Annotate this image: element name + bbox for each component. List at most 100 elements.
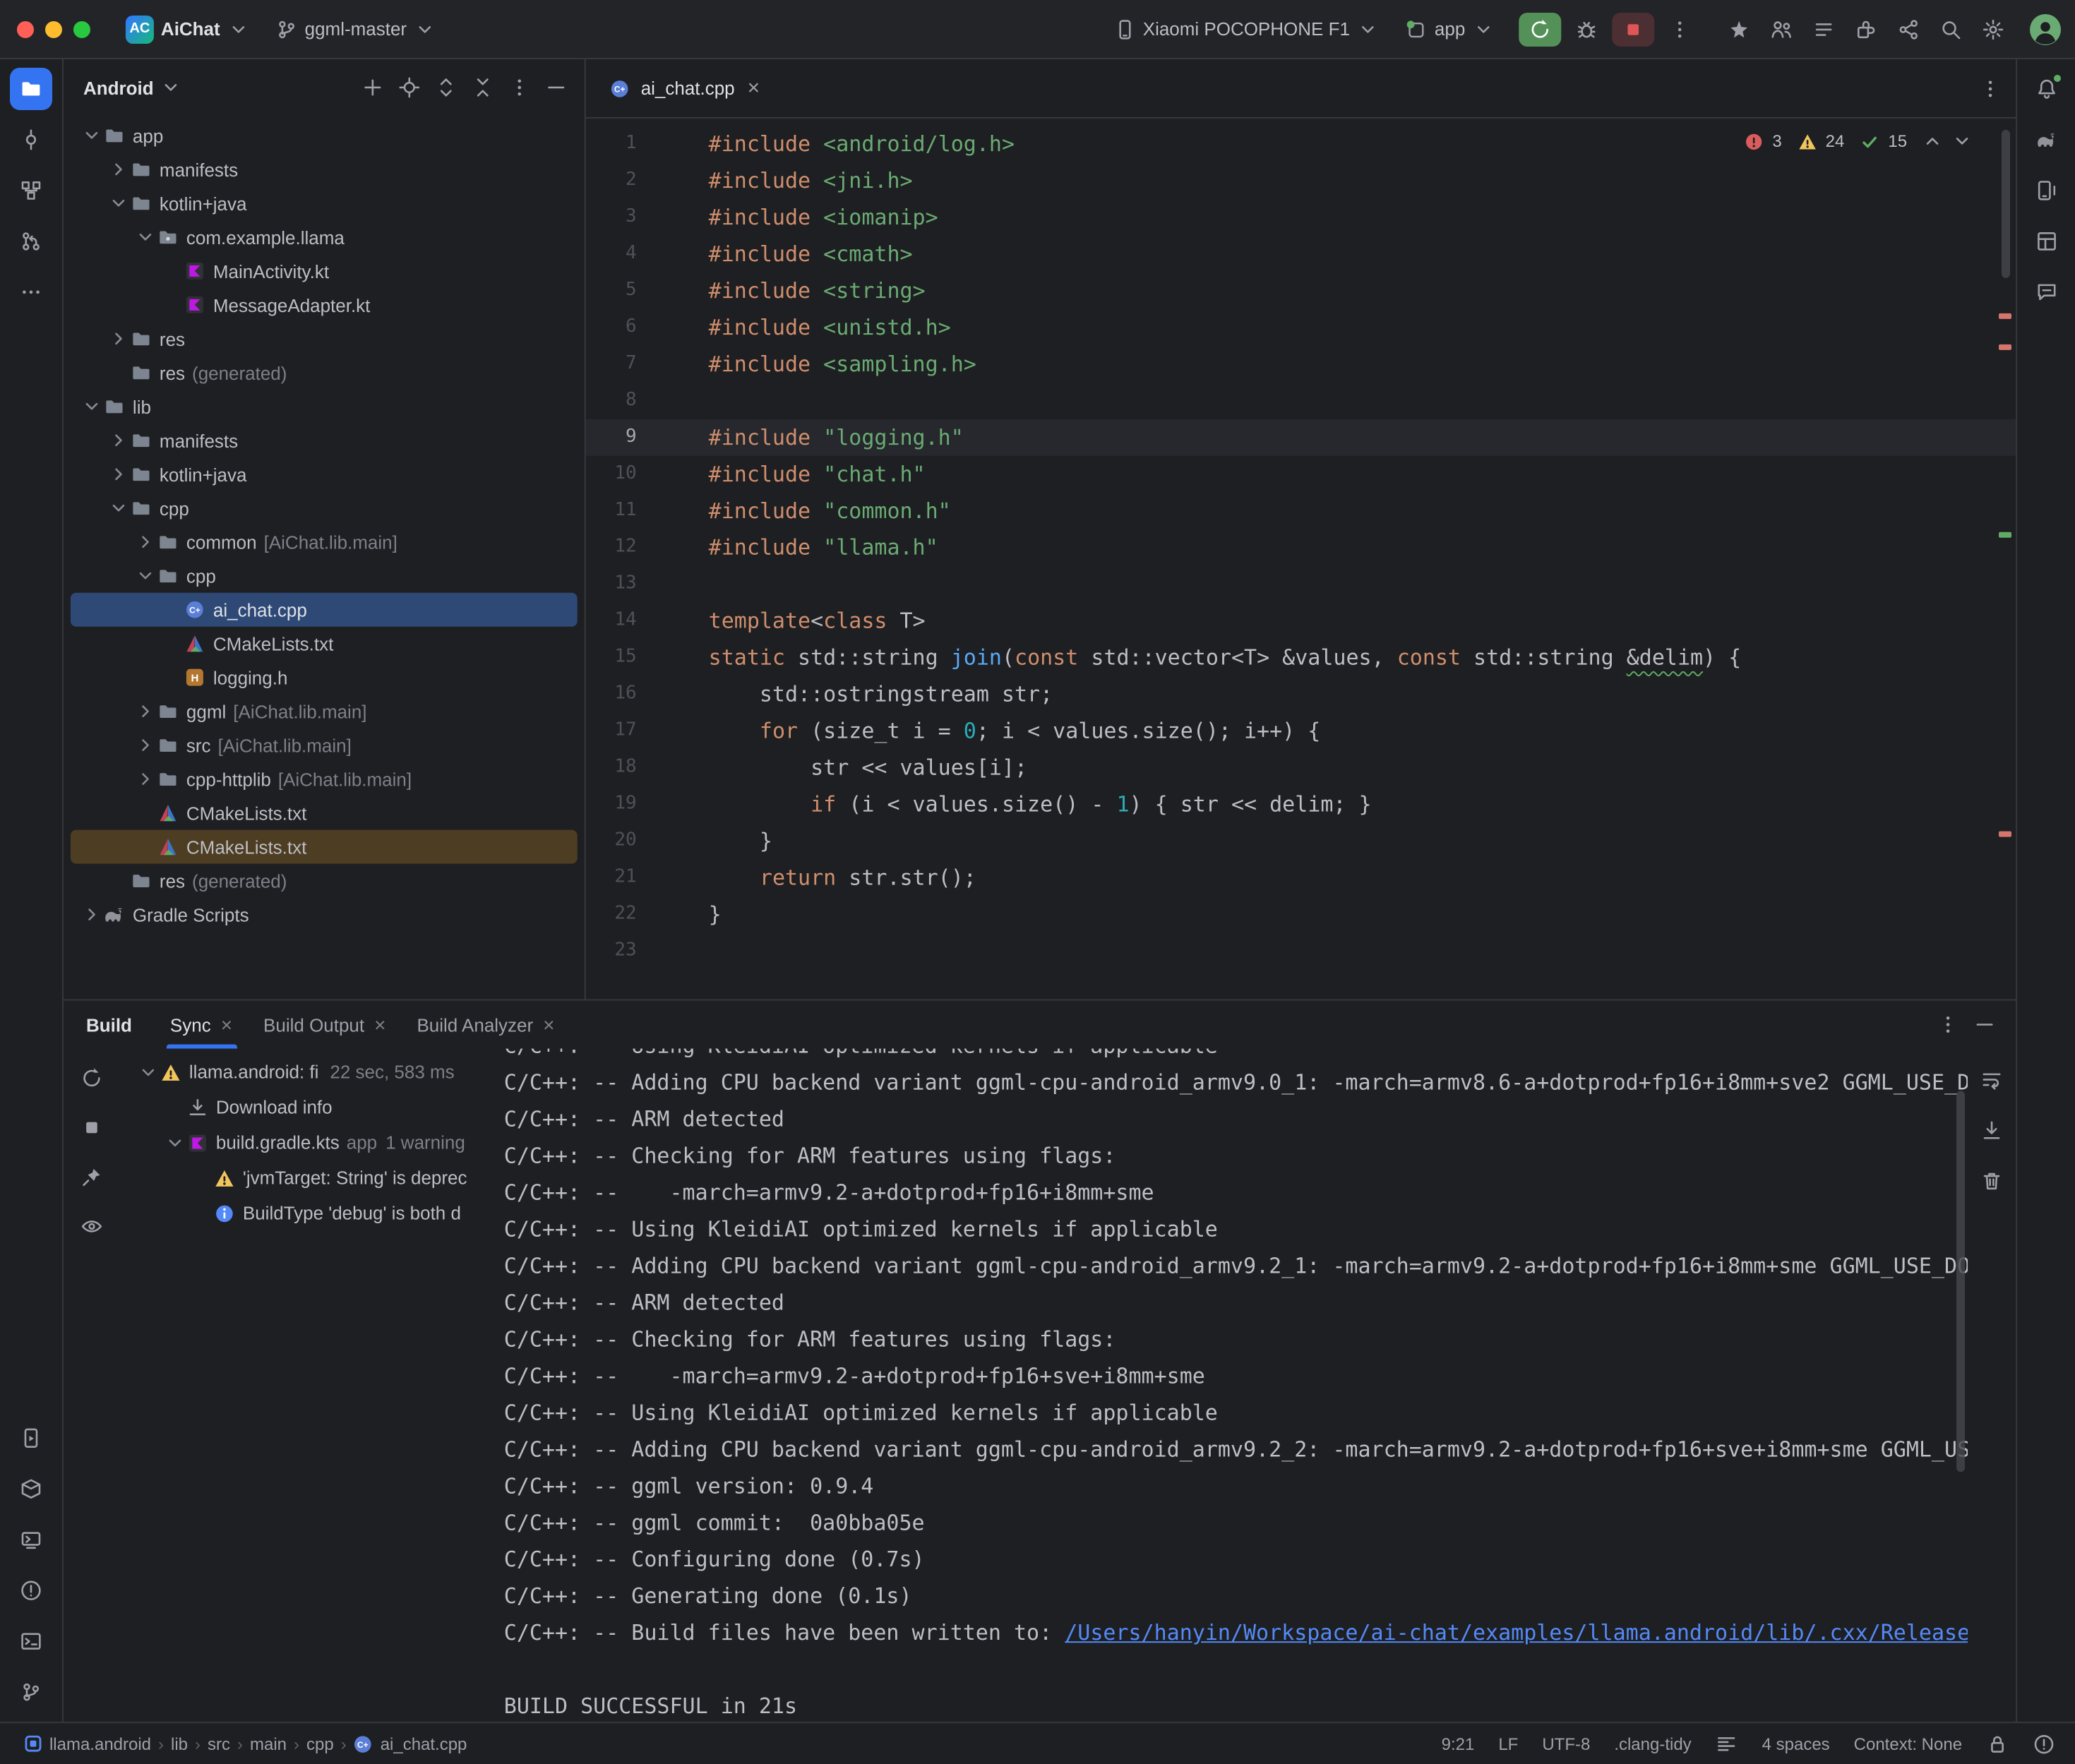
expand-all-icon[interactable] (429, 71, 463, 104)
build-tab-build-output[interactable]: Build Output× (248, 1001, 401, 1049)
tree-item-ggml[interactable]: ggml[AiChat.lib.main] (71, 695, 578, 728)
vcs-branch-selector[interactable]: ggml-master (265, 13, 446, 44)
logcat-icon[interactable] (10, 1518, 52, 1561)
share-icon[interactable] (1889, 12, 1928, 46)
zoom-window-button[interactable] (73, 20, 90, 37)
tree-item-messageadapter-kt[interactable]: MessageAdapter.kt (71, 288, 578, 322)
tree-item-manifests[interactable]: manifests (71, 152, 578, 186)
build-tree-item-download-info[interactable]: Download info (127, 1089, 497, 1124)
tree-item-res[interactable]: res(generated) (71, 864, 578, 898)
breadcrumb-llama-android[interactable]: llama.android (20, 1734, 154, 1753)
ai-assistant-icon[interactable] (1719, 12, 1759, 46)
tree-item-kotlin-java[interactable]: kotlin+java (71, 457, 578, 491)
chevron-right-icon[interactable] (133, 734, 157, 757)
build-console[interactable]: C/C++: -- Using KleidiAI optimized kerne… (504, 1048, 1968, 1722)
build-panel-title[interactable]: Build (86, 1014, 132, 1036)
add-icon[interactable] (356, 71, 390, 104)
breadcrumb-src[interactable]: src (205, 1734, 233, 1753)
tree-item-res[interactable]: res (71, 322, 578, 356)
event-log-icon[interactable] (1804, 12, 1843, 46)
chevron-right-icon[interactable] (133, 531, 157, 553)
build-tree-item-buildtype-debug-is-both-d[interactable]: BuildType 'debug' is both d (127, 1195, 497, 1230)
build-tree-item-llama-android-fi[interactable]: llama.android: fi22 sec, 583 ms (127, 1054, 497, 1089)
tree-item-lib[interactable]: lib (71, 390, 578, 424)
pin-icon[interactable] (73, 1158, 110, 1195)
run-button[interactable] (1519, 12, 1561, 46)
chevron-down-icon[interactable] (162, 1131, 186, 1153)
tree-item-cmakelists-txt[interactable]: CMakeLists.txt (71, 830, 578, 864)
stripe-mark-error[interactable] (1999, 313, 2011, 319)
stripe-mark-ok[interactable] (1999, 532, 2011, 538)
tree-item-app[interactable]: app (71, 119, 578, 152)
tree-item-cpp[interactable]: cpp (71, 491, 578, 525)
chevron-right-icon[interactable] (133, 700, 157, 723)
line-separator-widget[interactable]: LF (1498, 1734, 1518, 1753)
locate-file-icon[interactable] (393, 71, 426, 104)
profile-avatar[interactable] (2030, 13, 2061, 44)
minimize-panel-icon[interactable] (1968, 1008, 2002, 1042)
chevron-right-icon[interactable] (133, 768, 157, 791)
plugins-icon[interactable] (1846, 12, 1886, 46)
stripe-mark-error[interactable] (1999, 832, 2011, 837)
tree-item-logging-h[interactable]: Hlogging.h (71, 661, 578, 695)
project-selector[interactable]: AC AiChat (116, 11, 260, 47)
chevron-down-icon[interactable] (79, 124, 103, 147)
breadcrumb-main[interactable]: main (247, 1734, 289, 1753)
collapse-all-icon[interactable] (466, 71, 500, 104)
close-tab-icon[interactable]: × (543, 1014, 554, 1036)
settings-icon[interactable] (1973, 12, 2013, 46)
breadcrumb-lib[interactable]: lib (168, 1734, 191, 1753)
build-tab-sync[interactable]: Sync× (155, 1001, 248, 1049)
build-tree-item-jvmtarget-string-is-deprec[interactable]: 'jvmTarget: String' is deprec (127, 1160, 497, 1195)
indent-widget[interactable]: 4 spaces (1762, 1734, 1830, 1753)
chevron-right-icon[interactable] (79, 904, 103, 926)
commit-icon[interactable] (10, 119, 52, 161)
build-path-link[interactable]: /Users/hanyin/Workspace/ai-chat/examples… (1065, 1620, 1968, 1645)
next-problem-icon[interactable] (1951, 130, 1973, 152)
code-area[interactable]: 1#include <android/log.h>2#include <jni.… (586, 119, 2016, 1000)
chevron-down-icon[interactable] (106, 192, 130, 215)
editor-scrollbar[interactable] (2002, 130, 2010, 278)
cursor-position[interactable]: 9:21 (1442, 1734, 1475, 1753)
chevron-right-icon[interactable] (106, 429, 130, 452)
tree-item-cmakelists-txt[interactable]: CMakeLists.txt (71, 796, 578, 830)
resource-manager-icon[interactable] (10, 1468, 52, 1510)
inspections-icon[interactable] (73, 1208, 110, 1244)
hide-panel-icon[interactable] (539, 71, 573, 104)
stripe-mark-error[interactable] (1999, 344, 2011, 350)
code-with-me-icon[interactable] (1762, 12, 1801, 46)
more-tools-icon[interactable] (10, 271, 52, 313)
debug-button[interactable] (1567, 12, 1606, 46)
chevron-down-icon[interactable] (133, 565, 157, 587)
chevron-right-icon[interactable] (106, 328, 130, 350)
tree-item-kotlin-java[interactable]: kotlin+java (71, 186, 578, 220)
formatter-icon[interactable] (1716, 1732, 1738, 1755)
chevron-down-icon[interactable] (136, 1060, 160, 1083)
error-stripe[interactable] (1996, 119, 2016, 1000)
stop-button[interactable] (1612, 12, 1654, 46)
chevron-down-icon[interactable] (106, 497, 130, 520)
tree-item-mainactivity-kt[interactable]: MainActivity.kt (71, 254, 578, 288)
project-view-selector[interactable]: Android (83, 76, 182, 99)
device-manager-icon[interactable] (2025, 169, 2067, 212)
tree-item-src[interactable]: src[AiChat.lib.main] (71, 728, 578, 762)
build-tree-item-build-gradle-kts[interactable]: build.gradle.ktsapp1 warning (127, 1124, 497, 1160)
editor-tab-ai-chat-cpp[interactable]: C+ ai_chat.cpp × (586, 59, 777, 117)
close-tab-icon[interactable]: × (748, 76, 760, 100)
close-window-button[interactable] (17, 20, 34, 37)
breadcrumb-cpp[interactable]: cpp (304, 1734, 337, 1753)
highlighting-level-icon[interactable] (2033, 1732, 2055, 1755)
minimize-window-button[interactable] (45, 20, 62, 37)
clear-console-icon[interactable] (1975, 1164, 2009, 1198)
clang-tidy-widget[interactable]: .clang-tidy (1614, 1734, 1691, 1753)
chevron-down-icon[interactable] (79, 395, 103, 418)
encoding-widget[interactable]: UTF-8 (1542, 1734, 1590, 1753)
write-access-lock-icon[interactable] (1986, 1732, 2009, 1755)
pull-requests-icon[interactable] (10, 220, 52, 263)
tree-item-manifests[interactable]: manifests (71, 424, 578, 457)
soft-wrap-icon[interactable] (1975, 1062, 2009, 1096)
ai-chat-icon[interactable] (2025, 271, 2067, 313)
terminal-icon[interactable] (10, 1620, 52, 1662)
device-selector[interactable]: Xiaomi POCOPHONE F1 (1104, 13, 1389, 44)
prev-problem-icon[interactable] (1921, 130, 1944, 152)
